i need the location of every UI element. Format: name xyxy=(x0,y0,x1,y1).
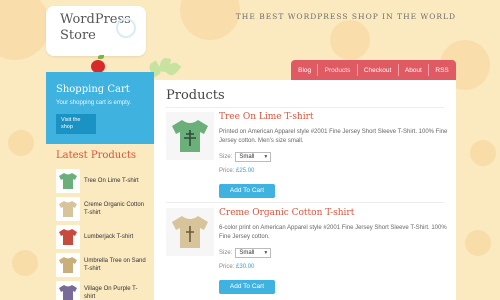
nav-divider xyxy=(317,64,319,76)
cart-title: Shopping Cart xyxy=(56,84,130,95)
price-value: £25.00 xyxy=(236,168,255,174)
list-item-label: Umbrella Tree on Sand T-shirt xyxy=(84,258,146,272)
add-to-cart-button[interactable]: Add To Cart xyxy=(219,184,275,198)
tshirt-thumbnail xyxy=(56,281,80,300)
page-title: Products xyxy=(166,88,225,103)
chevron-down-icon: ▼ xyxy=(263,250,269,256)
background-petal xyxy=(12,250,38,276)
tshirt-thumbnail xyxy=(56,197,80,221)
product-divider xyxy=(166,202,444,203)
price-label: Price: xyxy=(219,168,235,174)
product-description: 6-color print on American Apparel style … xyxy=(219,225,447,240)
product-info: Creme Organic Cotton T-shirt 6-color pri… xyxy=(219,208,453,294)
background-flower xyxy=(180,0,240,40)
list-item[interactable]: Umbrella Tree on Sand T-shirt xyxy=(56,251,156,279)
price-label: Price: xyxy=(219,264,235,270)
list-item-label: Lumberjack T-shirt xyxy=(84,234,134,240)
nav-products[interactable]: Products xyxy=(325,67,351,74)
shopping-cart-widget: Shopping Cart Your shopping cart is empt… xyxy=(46,72,154,144)
list-item[interactable]: Tree On Lime T-shirt xyxy=(56,167,156,195)
size-label: Size: xyxy=(219,154,233,160)
list-item-label: Creme Organic Cotton T-shirt xyxy=(84,202,145,216)
main-nav: Blog Products Checkout About RSS xyxy=(291,60,456,80)
tshirt-thumbnail xyxy=(56,253,80,277)
leaf-icon xyxy=(98,55,104,59)
main-content: Products Tree On Lime T-shirt Printed on… xyxy=(154,80,456,300)
latest-products: Latest Products Tree On Lime T-shirt Cre… xyxy=(56,150,156,300)
visit-shop-button[interactable]: Visit the shop xyxy=(56,114,96,134)
list-item[interactable]: Lumberjack T-shirt xyxy=(56,223,156,251)
product-image[interactable] xyxy=(166,208,214,256)
list-item[interactable]: Village On Purple T-shirt xyxy=(56,279,156,300)
site-logo[interactable]: WordPress Store xyxy=(46,6,146,56)
size-row: Size: Small ▼ xyxy=(219,152,453,162)
background-flower xyxy=(0,0,50,60)
size-label: Size: xyxy=(219,250,233,256)
product-description: Printed on American Apparel style #2001 … xyxy=(219,129,448,144)
tshirt-thumbnail xyxy=(56,169,80,193)
nav-divider xyxy=(397,64,399,76)
tshirt-thumbnail xyxy=(56,225,80,249)
price-value: £30.00 xyxy=(236,264,255,270)
list-item-label: Tree On Lime T-shirt xyxy=(84,178,139,184)
size-value: Small xyxy=(239,154,255,160)
swirl-icon xyxy=(116,18,136,38)
nav-blog[interactable]: Blog xyxy=(298,67,311,74)
nav-rss[interactable]: RSS xyxy=(435,67,448,74)
product-title[interactable]: Tree On Lime T-shirt xyxy=(219,112,453,122)
price-row: Price: £30.00 xyxy=(219,264,453,270)
nav-about[interactable]: About xyxy=(405,67,422,74)
add-to-cart-button[interactable]: Add To Cart xyxy=(219,280,275,294)
size-select[interactable]: Small ▼ xyxy=(235,248,272,258)
price-row: Price: £25.00 xyxy=(219,168,453,174)
size-row: Size: Small ▼ xyxy=(219,248,453,258)
cart-empty-text: Your shopping cart is empty. xyxy=(56,100,132,106)
background-petal xyxy=(8,130,34,156)
list-item-label: Village On Purple T-shirt xyxy=(84,286,138,300)
chevron-down-icon: ▼ xyxy=(263,154,269,160)
size-select[interactable]: Small ▼ xyxy=(235,152,272,162)
leaves-icon xyxy=(147,57,182,78)
title-divider xyxy=(166,107,444,108)
background-petal xyxy=(470,140,496,166)
size-value: Small xyxy=(239,250,255,256)
nav-divider xyxy=(428,64,430,76)
product-title[interactable]: Creme Organic Cotton T-shirt xyxy=(219,208,453,218)
background-flower xyxy=(330,20,370,60)
list-item[interactable]: Creme Organic Cotton T-shirt xyxy=(56,195,156,223)
background-petal xyxy=(465,230,491,256)
site-tagline: THE BEST WORDPRESS SHOP IN THE WORLD xyxy=(235,12,456,21)
nav-checkout[interactable]: Checkout xyxy=(364,67,391,74)
nav-divider xyxy=(356,64,358,76)
product-info: Tree On Lime T-shirt Printed on American… xyxy=(219,112,453,198)
product-image[interactable] xyxy=(166,112,214,160)
latest-products-title: Latest Products xyxy=(56,150,136,161)
